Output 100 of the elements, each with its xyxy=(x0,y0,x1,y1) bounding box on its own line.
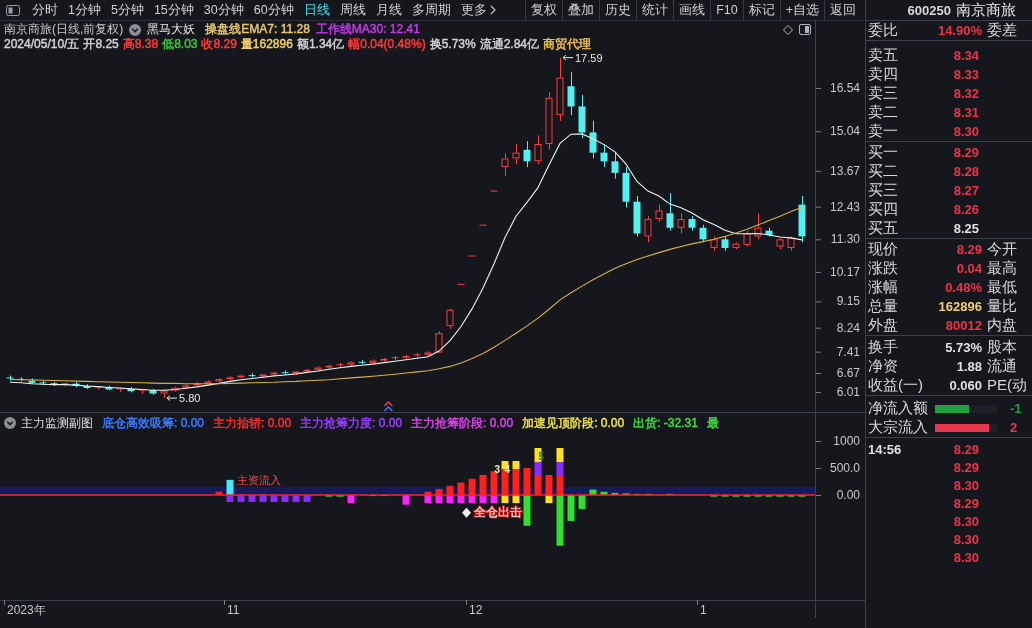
flow-label: 净流入额 xyxy=(868,399,928,418)
ask-price: 8.32 xyxy=(952,86,979,101)
quote-field: 额1.34亿 xyxy=(296,35,345,53)
bid-price: 8.26 xyxy=(952,202,979,217)
field-label: PE(动 xyxy=(986,376,1028,395)
bid-price: 8.27 xyxy=(952,183,979,198)
formula-name: 黑马大妖 xyxy=(147,21,196,38)
tick-price: 8.30 xyxy=(953,531,979,547)
date-label: 2023年 xyxy=(7,603,46,617)
axis-label: 1000 xyxy=(833,434,860,448)
bid-label: 买三 xyxy=(868,181,898,200)
quote-field: 商贸代理 xyxy=(543,35,591,53)
bid-price: 8.25 xyxy=(952,221,979,236)
quote-field: 低8.03 xyxy=(162,35,198,53)
bid-price: 8.28 xyxy=(952,164,979,179)
stock-code: 600250 xyxy=(907,2,951,18)
signal-label: 5 xyxy=(538,451,545,463)
date-label: 1 xyxy=(700,603,707,617)
tick-price: 8.29 xyxy=(953,495,979,511)
indicator-value: 操盘线EMA7: 11.28 xyxy=(205,21,310,38)
signal-label: 4 xyxy=(504,464,510,476)
axis-label: 500.0 xyxy=(829,461,860,475)
ask-label: 卖三 xyxy=(868,84,898,103)
field-value: 0.04 xyxy=(955,261,982,276)
field-label: 股本 xyxy=(986,338,1018,357)
ask-price: 8.30 xyxy=(952,124,979,139)
bid-label: 买二 xyxy=(868,162,898,181)
axis-label: 0.00 xyxy=(836,488,860,502)
quote-field: 收8.29 xyxy=(201,35,237,53)
price-extreme-label: 17.59 xyxy=(575,51,603,64)
quote-field: 高8.38 xyxy=(122,35,159,53)
field-value: 80012 xyxy=(944,318,982,333)
field-label: 现价 xyxy=(868,240,898,259)
signal-label: 3 xyxy=(494,464,501,476)
tick-price: 8.30 xyxy=(953,477,979,493)
legend-value: 主力抢筹力度: 0.00 xyxy=(300,414,403,432)
tick-price: 8.30 xyxy=(953,549,979,565)
field-label: 内盘 xyxy=(986,316,1018,335)
axis-label: 16.54 xyxy=(829,80,860,95)
axis-label: 13.67 xyxy=(829,163,860,178)
field-label: 外盘 xyxy=(868,316,898,335)
field-label: 最高 xyxy=(986,259,1018,278)
flow-value: -1 xyxy=(1010,401,1023,416)
axis-label: 9.15 xyxy=(836,294,860,309)
ask-label: 卖二 xyxy=(868,103,898,122)
axis-label: 6.01 xyxy=(836,385,860,400)
field-label: 委比 xyxy=(868,21,898,40)
field-value: 14.90% xyxy=(936,23,982,38)
field-label: 量比 xyxy=(986,297,1018,316)
tick-price: 8.29 xyxy=(953,459,979,475)
legend-value: 出货: -32.31 xyxy=(633,414,698,432)
axis-label: 10.17 xyxy=(829,264,860,279)
field-label: 涨幅 xyxy=(868,278,898,297)
signal-label: 主资流入 xyxy=(236,474,281,487)
signal-label: 全仓出击 xyxy=(474,505,523,520)
axis-label: 7.41 xyxy=(836,344,860,359)
flow-label: 大宗流入 xyxy=(868,418,928,437)
bid-label: 买四 xyxy=(868,200,898,219)
ask-label: 卖五 xyxy=(868,46,898,65)
legend-value: 主力抬轿: 0.00 xyxy=(213,414,292,432)
stock-name: 南京商旅 xyxy=(956,0,1016,20)
field-value: 0.060 xyxy=(948,378,982,393)
bid-label: 买一 xyxy=(868,143,898,162)
ask-price: 8.33 xyxy=(952,67,979,82)
axis-label: 12.43 xyxy=(829,199,860,214)
field-value: 5.73% xyxy=(944,340,982,355)
field-label: 委差 xyxy=(986,21,1018,40)
axis-label: 8.24 xyxy=(836,320,860,335)
quote-field: 流通2.84亿 xyxy=(479,35,539,53)
ask-label: 卖四 xyxy=(868,65,898,84)
field-value: 8.29 xyxy=(955,242,982,257)
tick-price: 8.29 xyxy=(953,441,979,457)
quote-field: 量162896 xyxy=(240,35,293,53)
field-label: 净资 xyxy=(868,357,898,376)
field-label: 换手 xyxy=(868,338,898,357)
chart-title: 南京商旅(日线,前复权) xyxy=(4,21,124,38)
ask-label: 卖一 xyxy=(868,122,898,141)
field-label: 总量 xyxy=(868,297,898,316)
legend-value: 主力抢筹阶段: 0.00 xyxy=(411,414,514,432)
field-label: 最低 xyxy=(986,278,1018,297)
legend-value: 底仓高效吸筹: 0.00 xyxy=(102,414,205,432)
legend-value: 加速见顶阶段: 0.00 xyxy=(522,414,625,432)
tick-time: 14:56 xyxy=(868,441,902,457)
field-value: 1.88 xyxy=(955,359,982,374)
field-value: 0.48% xyxy=(944,280,982,295)
quote-field: 幅0.04(0.48%) xyxy=(348,35,426,53)
date-label: 12 xyxy=(469,603,483,617)
tick-price: 8.30 xyxy=(953,513,979,529)
field-label: 今开 xyxy=(986,240,1018,259)
quote-field: 2024/05/10/五 xyxy=(4,35,80,53)
quote-field: 换5.73% xyxy=(429,35,476,53)
axis-label: 6.67 xyxy=(836,366,860,380)
ask-price: 8.34 xyxy=(952,48,979,63)
indicator-title: 主力监测副图 xyxy=(21,414,93,432)
price-extreme-label: 5.80 xyxy=(179,392,201,405)
axis-label: 11.30 xyxy=(830,232,860,247)
bid-label: 买五 xyxy=(868,219,898,238)
date-label: 11 xyxy=(227,603,240,617)
field-label: 收益(一) xyxy=(868,376,923,395)
legend-value: 最 xyxy=(706,414,719,432)
